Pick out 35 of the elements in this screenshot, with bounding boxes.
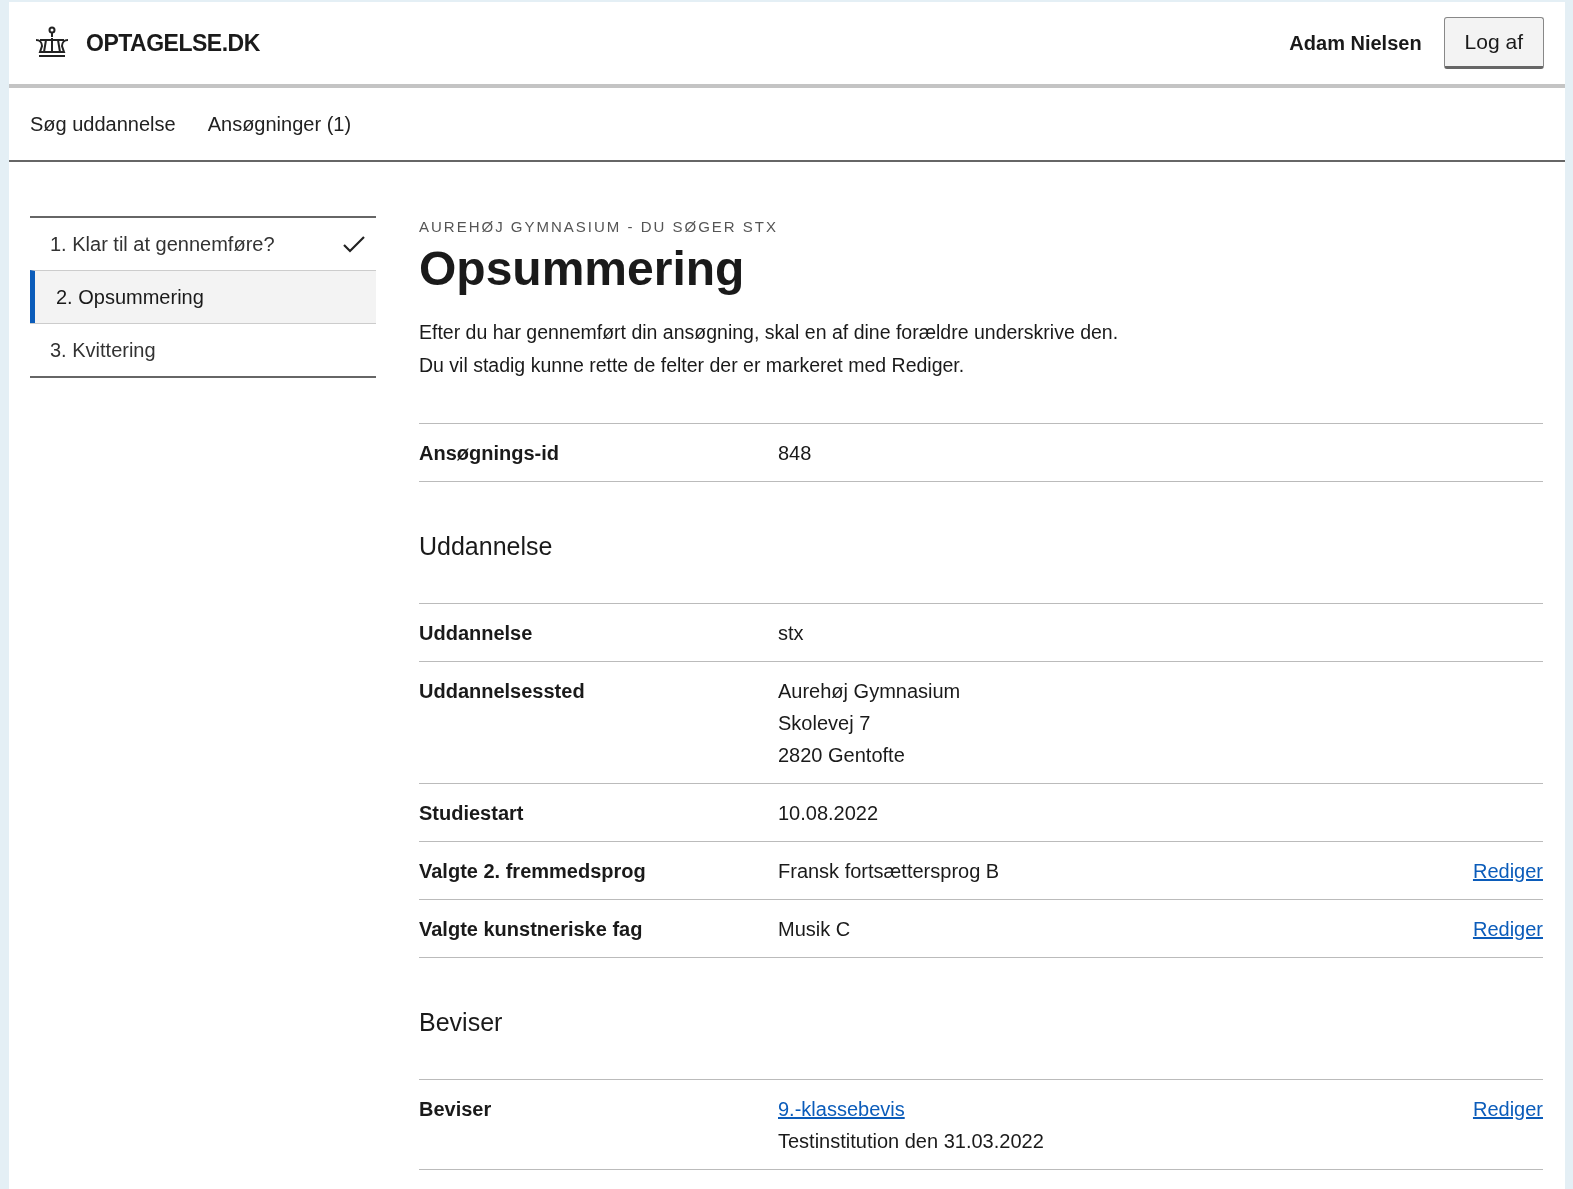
field-label: Ansøgnings-id	[419, 441, 560, 466]
field-value: Testinstitution den 31.03.2022	[778, 1129, 1044, 1154]
checkmark-icon	[342, 234, 366, 254]
user-name: Adam Nielsen	[1289, 31, 1422, 55]
field-value: Skolevej 7	[778, 711, 871, 736]
step-item[interactable]: 3. Kvittering	[30, 323, 376, 376]
field-label: Valgte 2. fremmedsprog	[419, 859, 647, 884]
edit-link[interactable]: Rediger	[1472, 913, 1543, 945]
document-link[interactable]: 9.-klassebevis	[778, 1093, 905, 1125]
step-item[interactable]: 1. Klar til at gennemføre?	[30, 218, 376, 270]
field-label: Beviser	[419, 1097, 493, 1122]
site-logo-text[interactable]: OPTAGELSE.DK	[86, 29, 260, 57]
section-heading: Beviser	[419, 1008, 504, 1037]
field-value: 10.08.2022	[778, 801, 879, 826]
field-label: Uddannelse	[419, 621, 534, 646]
field-label: Valgte kunstneriske fag	[419, 917, 644, 942]
field-value: Fransk fortsættersprog B	[778, 859, 1000, 884]
logout-button[interactable]: Log af	[1443, 17, 1544, 69]
intro-text: Efter du har gennemført din ansøgning, skal en af dine forældre underskrive den.	[419, 320, 1120, 345]
field-value: stx	[778, 621, 804, 646]
field-label: Studiestart	[419, 801, 525, 826]
intro-text: Du vil stadig kunne rette de felter der er markeret med Rediger.	[419, 353, 966, 378]
field-value: Aurehøj Gymnasium	[778, 679, 961, 704]
edit-link[interactable]: Rediger	[1472, 855, 1543, 887]
field-value: 848	[778, 441, 812, 466]
eyebrow-text: AUREHØJ GYMNASIUM - DU SØGER STX	[419, 218, 780, 235]
field-value: 2820 Gentofte	[778, 743, 905, 768]
page-title: Opsummering	[419, 241, 746, 296]
step-item[interactable]: 2. Opsummering	[30, 270, 376, 323]
nav-link[interactable]: Ansøgninger (1)	[207, 112, 352, 136]
field-label: Uddannelsessted	[419, 679, 586, 704]
section-heading: Uddannelse	[419, 532, 554, 561]
nav-link[interactable]: Søg uddannelse	[30, 112, 176, 136]
edit-link[interactable]: Rediger	[1472, 1093, 1543, 1125]
field-value: Musik C	[778, 917, 851, 942]
